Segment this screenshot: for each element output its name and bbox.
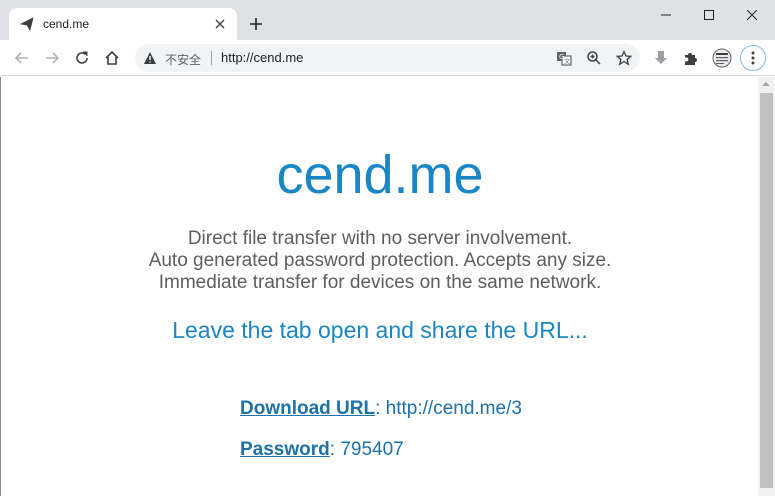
download-url-value[interactable]: http://cend.me/3 — [386, 398, 522, 419]
translate-icon[interactable]: G文 — [555, 49, 573, 67]
password-link[interactable]: Password — [240, 439, 330, 460]
download-icon[interactable] — [648, 45, 674, 71]
browser-tab[interactable]: cend.me — [9, 8, 237, 40]
forward-arrow-icon[interactable] — [39, 45, 65, 71]
address-divider — [211, 51, 212, 65]
tab-title: cend.me — [43, 17, 90, 31]
download-url-link[interactable]: Download URL — [240, 398, 375, 419]
download-url-row: Download URL: http://cend.me/3 — [240, 398, 522, 420]
zoom-icon[interactable] — [585, 49, 603, 67]
site-title: cend.me — [276, 145, 484, 205]
close-tab-icon[interactable] — [212, 16, 228, 32]
new-tab-button[interactable] — [247, 15, 265, 33]
vertical-scrollbar[interactable] — [758, 77, 775, 496]
back-arrow-icon[interactable] — [9, 45, 35, 71]
reload-icon[interactable] — [69, 45, 95, 71]
url-text[interactable]: http://cend.me — [221, 50, 303, 65]
title-bar: cend.me — [0, 0, 775, 40]
home-icon[interactable] — [99, 45, 125, 71]
share-instruction: Leave the tab open and share the URL... — [172, 317, 588, 343]
kebab-menu-icon[interactable] — [740, 45, 766, 71]
description-line: Auto generated password protection. Acce… — [148, 250, 612, 271]
paper-plane-icon — [19, 17, 34, 32]
security-status[interactable]: 不安全 — [165, 51, 201, 68]
scrollbar-thumb[interactable] — [760, 93, 773, 488]
minimize-icon[interactable] — [643, 0, 689, 30]
page-content: cend.me Direct file transfer with no ser… — [0, 77, 758, 496]
svg-text:文: 文 — [564, 58, 570, 66]
puzzle-icon[interactable] — [678, 45, 704, 71]
password-separator: : — [329, 439, 336, 460]
scroll-up-arrow-icon[interactable] — [762, 82, 770, 86]
download-url-separator: : — [375, 398, 381, 419]
maximize-icon[interactable] — [686, 0, 732, 30]
password-row: Password: 795407 — [240, 439, 404, 461]
address-bar[interactable]: 不安全 http://cend.me G文 — [135, 44, 640, 72]
star-icon[interactable] — [615, 49, 633, 67]
description-line: Direct file transfer with no server invo… — [187, 228, 573, 249]
extension-page-icon[interactable] — [709, 45, 735, 71]
browser-toolbar: 不安全 http://cend.me G文 — [0, 40, 775, 76]
password-value[interactable]: 795407 — [340, 439, 403, 460]
warning-icon[interactable] — [143, 51, 157, 65]
close-window-icon[interactable] — [729, 0, 775, 30]
description-line: Immediate transfer for devices on the sa… — [158, 272, 602, 293]
